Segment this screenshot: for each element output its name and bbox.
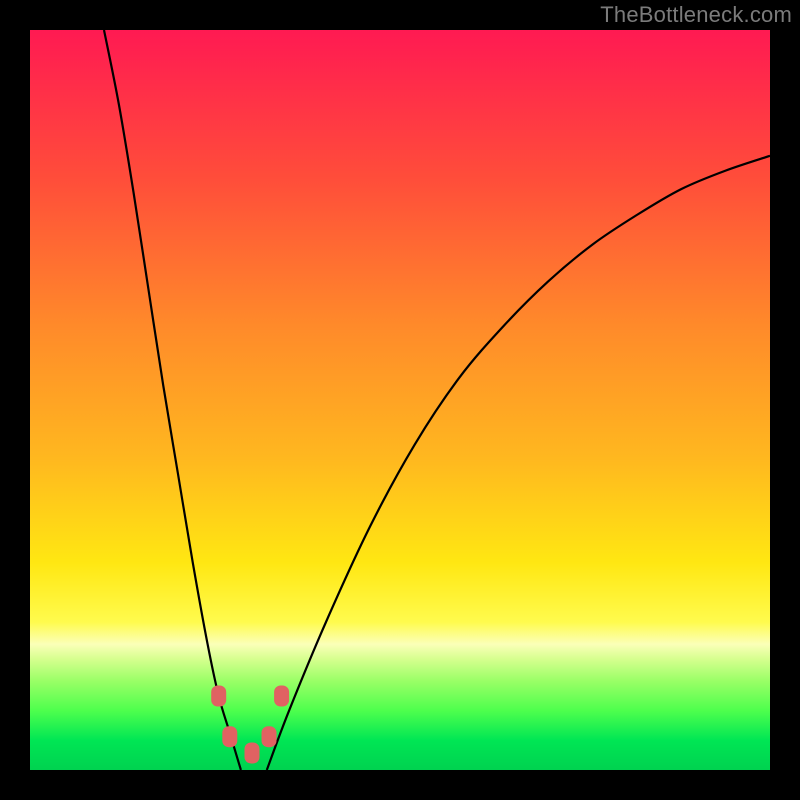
plot-area	[30, 30, 770, 770]
chart-frame: TheBottleneck.com	[0, 0, 800, 800]
data-marker	[223, 727, 237, 747]
data-marker	[245, 743, 259, 763]
gradient-rect	[30, 30, 770, 770]
data-marker	[212, 686, 226, 706]
data-marker	[262, 727, 276, 747]
plot-svg	[30, 30, 770, 770]
watermark-text: TheBottleneck.com	[600, 2, 792, 28]
data-marker	[275, 686, 289, 706]
